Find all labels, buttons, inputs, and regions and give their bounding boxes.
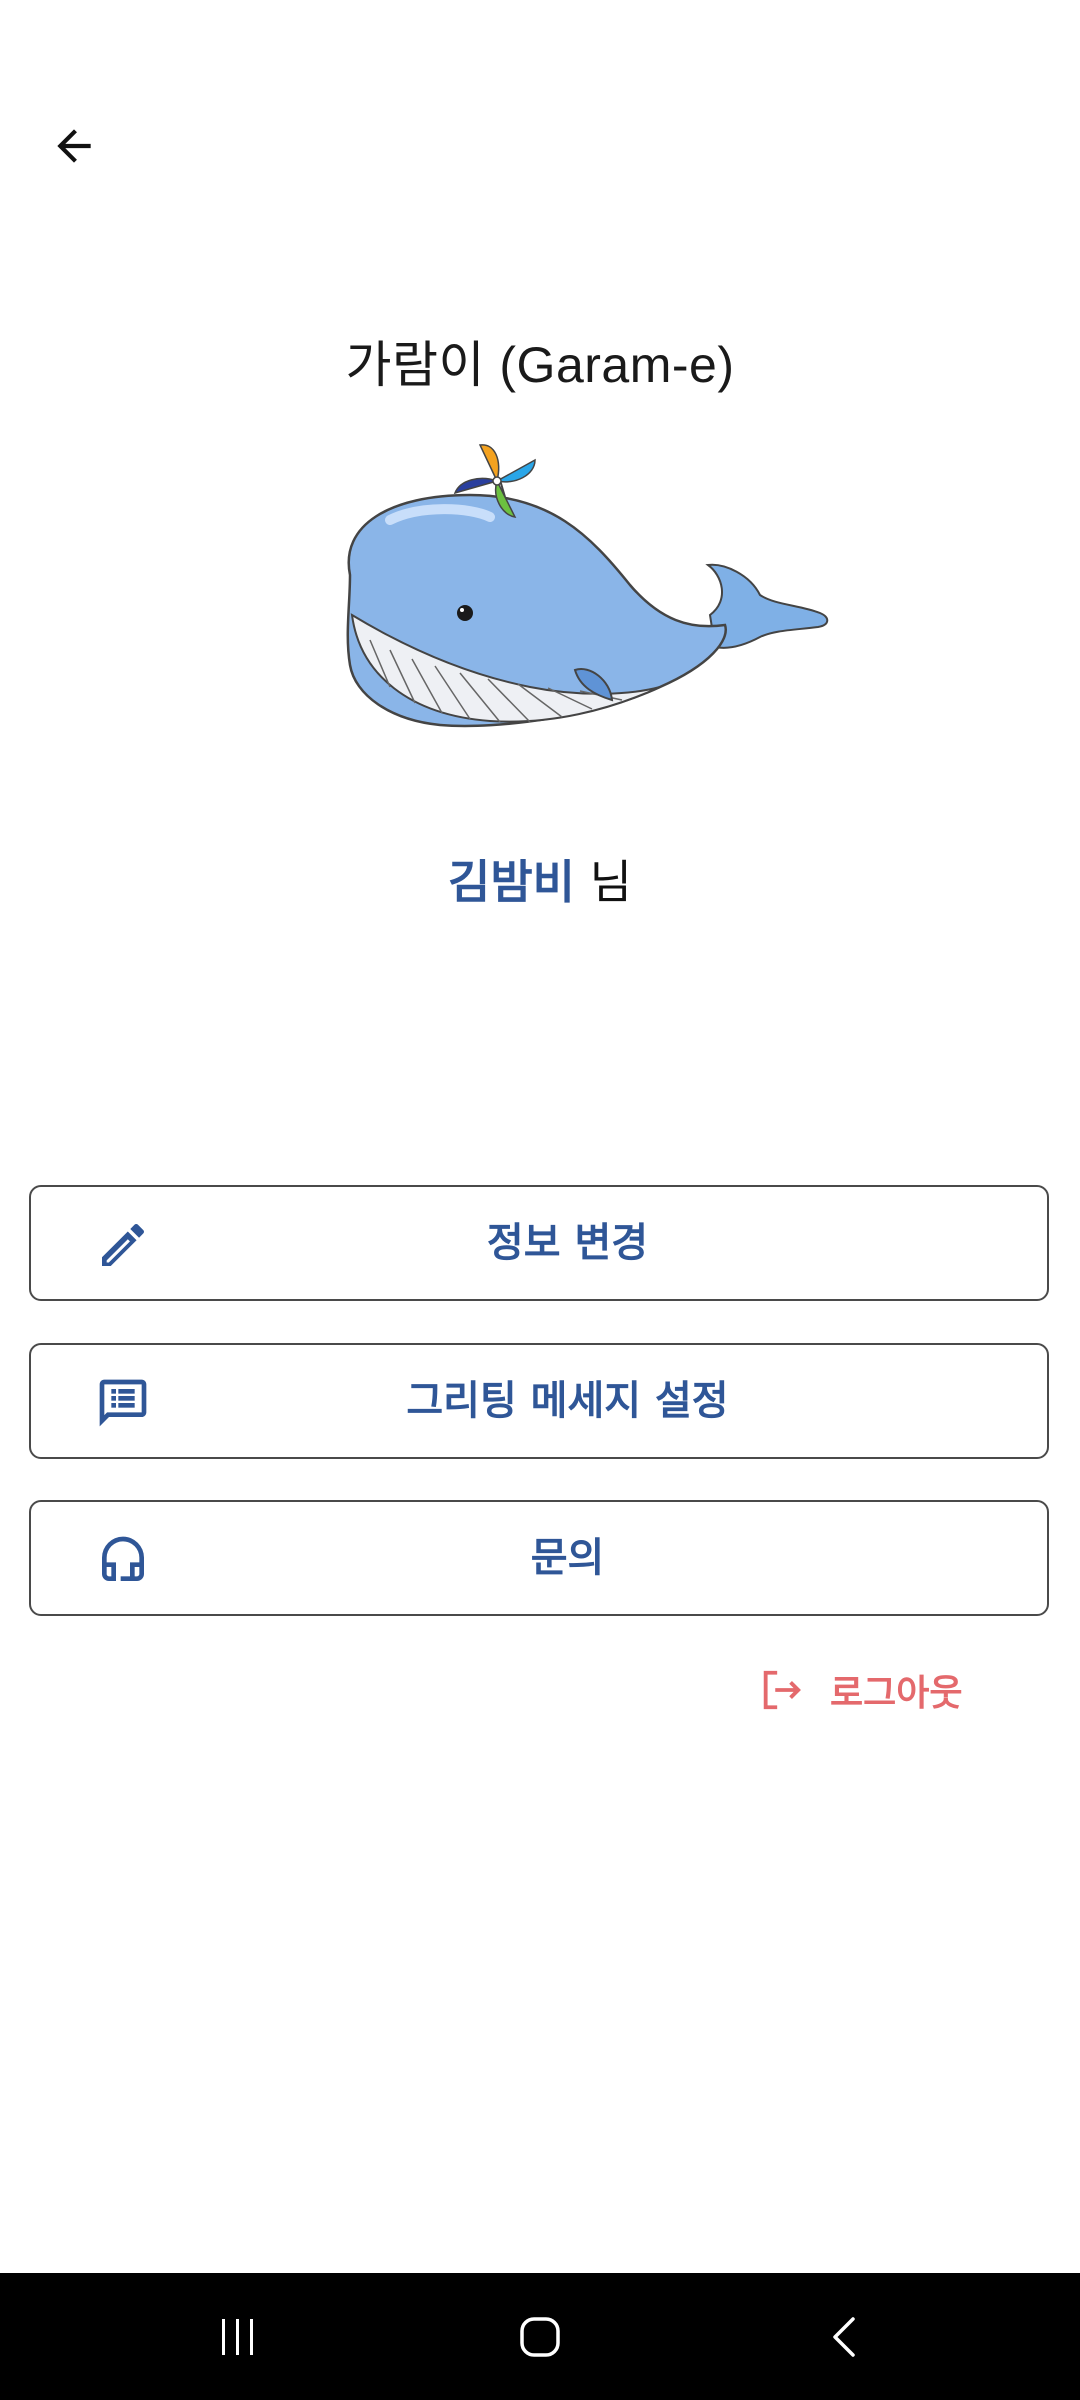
- recent-apps-button[interactable]: [198, 2297, 278, 2377]
- greeting-message-settings-label: 그리팅 메세지 설정: [406, 1378, 729, 1424]
- whale-mascot-image: [346, 444, 829, 728]
- profile-screen: 가람이 (Garam-e) 김밤비 님 정보 변경 그리팅 메세지 설정 문의 …: [0, 0, 1080, 2400]
- inquiry-label: 문의: [530, 1535, 605, 1581]
- edit-info-button[interactable]: 정보 변경: [29, 1185, 1049, 1301]
- home-button[interactable]: [500, 2297, 580, 2377]
- user-name: 김밤비: [448, 855, 575, 909]
- app-title: 가람이 (Garam-e): [345, 337, 735, 393]
- edit-info-label: 정보 변경: [486, 1220, 649, 1266]
- user-greeting: 김밤비 님: [0, 846, 1080, 912]
- system-back-button[interactable]: [805, 2297, 885, 2377]
- logout-button[interactable]: 로그아웃: [758, 1660, 962, 1720]
- greeting-message-settings-button[interactable]: 그리팅 메세지 설정: [29, 1343, 1049, 1459]
- back-chevron-icon: [833, 2317, 855, 2357]
- user-honorific: 님: [575, 855, 632, 909]
- inquiry-button[interactable]: 문의: [29, 1500, 1049, 1616]
- back-button[interactable]: [40, 112, 108, 180]
- system-navigation-bar: [0, 2273, 1080, 2400]
- logout-icon: [763, 1670, 801, 1710]
- home-icon: [520, 2317, 560, 2357]
- arrow-left-icon: [57, 129, 91, 163]
- recent-apps-icon: [222, 2319, 253, 2355]
- logout-label: 로그아웃: [830, 1673, 963, 1714]
